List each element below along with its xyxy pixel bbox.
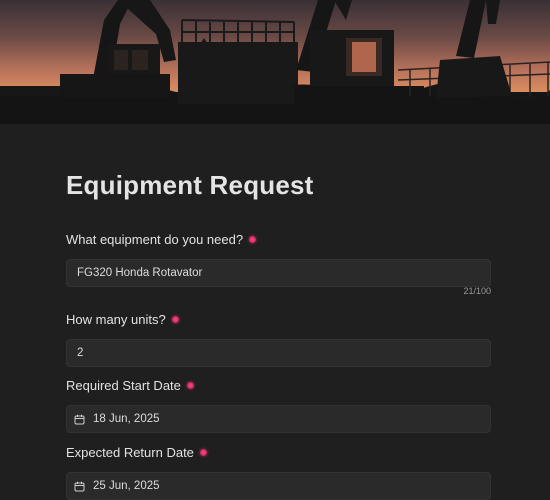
form-page: Equipment Request What equipment do you … — [0, 0, 550, 500]
required-asterisk-icon — [199, 449, 207, 456]
page-title: Equipment Request — [66, 170, 314, 200]
start-date-input[interactable]: 18 Jun, 2025 — [66, 405, 491, 433]
equipment-input-value: FG320 Honda Rotavator — [77, 267, 203, 279]
character-counter: 21/100 — [463, 286, 491, 296]
required-asterisk-icon — [249, 236, 257, 243]
equipment-input[interactable]: FG320 Honda Rotavator — [66, 259, 491, 287]
calendar-icon — [74, 481, 85, 492]
field-units: How many units? 2 — [66, 312, 491, 367]
required-asterisk-icon — [186, 382, 194, 389]
field-label: What equipment do you need? — [66, 232, 491, 248]
return-date-input[interactable]: 25 Jun, 2025 — [66, 472, 491, 500]
field-return-date: Expected Return Date 25 Jun, 2025 — [66, 445, 491, 500]
field-equipment: What equipment do you need? FG320 Honda … — [66, 232, 491, 296]
required-asterisk-icon — [171, 316, 179, 323]
units-input-value: 2 — [77, 347, 84, 359]
units-input[interactable]: 2 — [66, 339, 491, 367]
header-banner-image — [0, 0, 550, 124]
field-label: How many units? — [66, 312, 491, 328]
calendar-icon — [74, 414, 85, 425]
field-label: Expected Return Date — [66, 445, 491, 461]
return-date-value: 25 Jun, 2025 — [93, 480, 160, 492]
construction-silhouette-illustration — [0, 0, 550, 124]
start-date-value: 18 Jun, 2025 — [93, 413, 160, 425]
field-start-date: Required Start Date 18 Jun, 2025 — [66, 378, 491, 433]
field-label: Required Start Date — [66, 378, 491, 394]
